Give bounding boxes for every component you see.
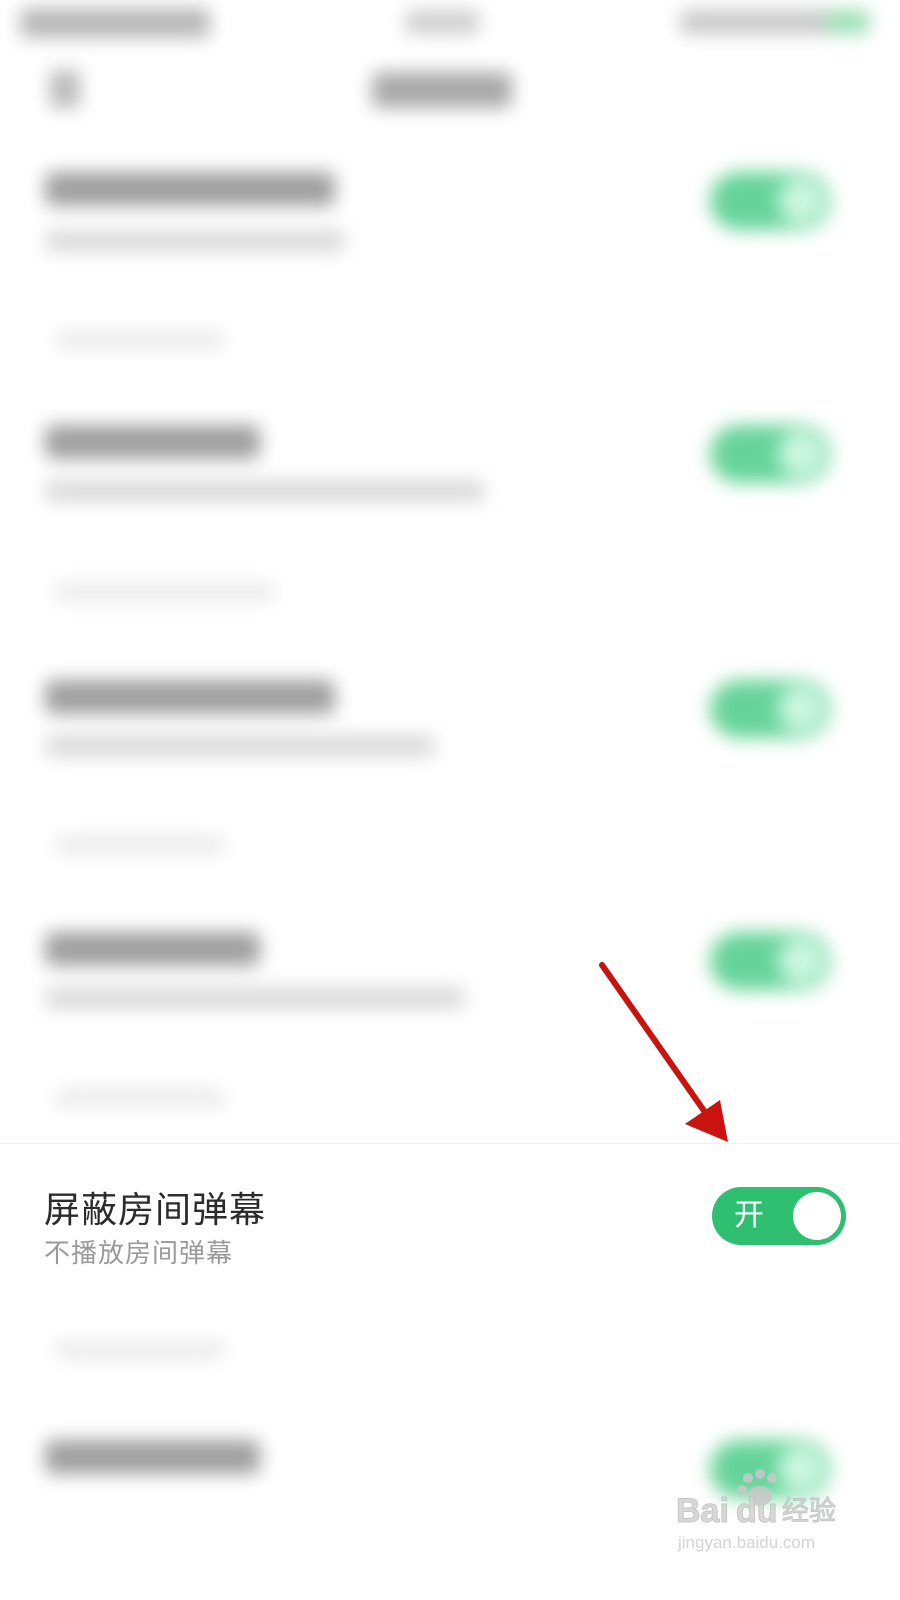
blurred-background <box>0 0 900 1600</box>
blurred-row-hint <box>55 835 225 855</box>
watermark-url: jingyan.baidu.com <box>677 1533 815 1552</box>
blurred-row-subtitle <box>45 230 345 252</box>
baidu-watermark: Bai du 经验 jingyan.baidu.com <box>676 1468 846 1558</box>
page-title-blurred <box>372 72 512 108</box>
blurred-row-title <box>45 172 335 206</box>
blurred-row-subtitle <box>45 987 465 1009</box>
blurred-row-subtitle <box>45 735 435 757</box>
blurred-toggle[interactable] <box>710 680 830 738</box>
blurred-row-hint <box>55 582 275 602</box>
svg-text:经验: 经验 <box>782 1496 836 1527</box>
toggle-on-label: 开 <box>734 1198 764 1233</box>
baidu-paw-logo-icon: Bai du 经验 jingyan.baidu.com <box>676 1469 837 1552</box>
blurred-row-title <box>45 425 260 459</box>
toggle-knob <box>793 1192 841 1240</box>
blurred-row-hint <box>55 1088 225 1108</box>
status-bar-left <box>20 8 210 38</box>
blurred-row-title <box>45 932 260 966</box>
setting-title: 屏蔽房间弹幕 <box>44 1190 267 1231</box>
blurred-toggle[interactable] <box>710 425 830 483</box>
battery-icon <box>825 10 870 34</box>
status-bar-center <box>405 10 480 34</box>
blurred-toggle[interactable] <box>710 932 830 990</box>
blurred-row-hint <box>55 330 225 350</box>
svg-text:du: du <box>736 1492 778 1530</box>
blurred-row-title <box>45 1440 260 1474</box>
block-room-danmaku-toggle[interactable]: 开 <box>712 1187 846 1245</box>
back-icon[interactable] <box>50 70 80 108</box>
blurred-row-hint <box>55 1340 225 1360</box>
settings-screen: 屏蔽房间弹幕 不播放房间弹幕 开 Bai du 经验 jingyan.baidu… <box>0 0 900 1600</box>
setting-row-block-room-danmaku: 屏蔽房间弹幕 不播放房间弹幕 开 <box>0 1143 900 1302</box>
setting-subtitle: 不播放房间弹幕 <box>44 1239 234 1269</box>
blurred-row-subtitle <box>45 480 485 502</box>
blurred-row-title <box>45 680 335 714</box>
blurred-toggle[interactable] <box>710 172 830 230</box>
svg-text:Bai: Bai <box>676 1492 729 1530</box>
